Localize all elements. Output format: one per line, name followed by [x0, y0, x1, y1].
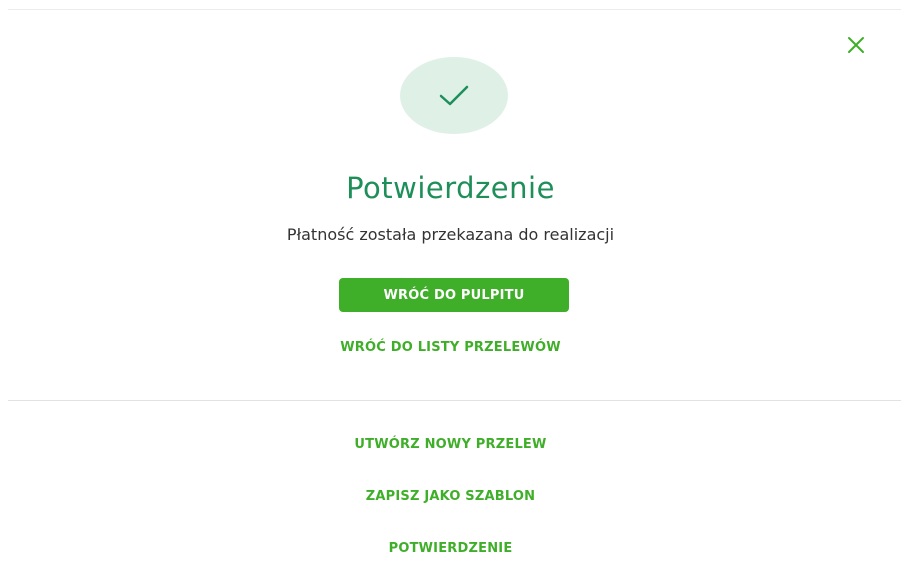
- new-transfer-link[interactable]: UTWÓRZ NOWY PRZELEW: [0, 436, 901, 454]
- close-button[interactable]: [844, 33, 868, 57]
- close-icon: [848, 37, 864, 53]
- section-divider: [8, 400, 901, 401]
- save-as-template-link[interactable]: ZAPISZ JAKO SZABLON: [0, 488, 901, 506]
- back-to-dashboard-button[interactable]: WRÓĆ DO PULPITU: [339, 278, 569, 312]
- dialog-title: Potwierdzenie: [346, 171, 555, 205]
- top-divider: [8, 9, 901, 10]
- success-indicator: [400, 57, 508, 134]
- checkmark-icon: [439, 85, 469, 106]
- dialog-message: Płatność została przekazana do realizacj…: [286, 225, 615, 244]
- confirmation-link[interactable]: POTWIERDZENIE: [0, 540, 901, 558]
- back-to-transfers-list-link[interactable]: WRÓĆ DO LISTY PRZELEWÓW: [0, 339, 901, 357]
